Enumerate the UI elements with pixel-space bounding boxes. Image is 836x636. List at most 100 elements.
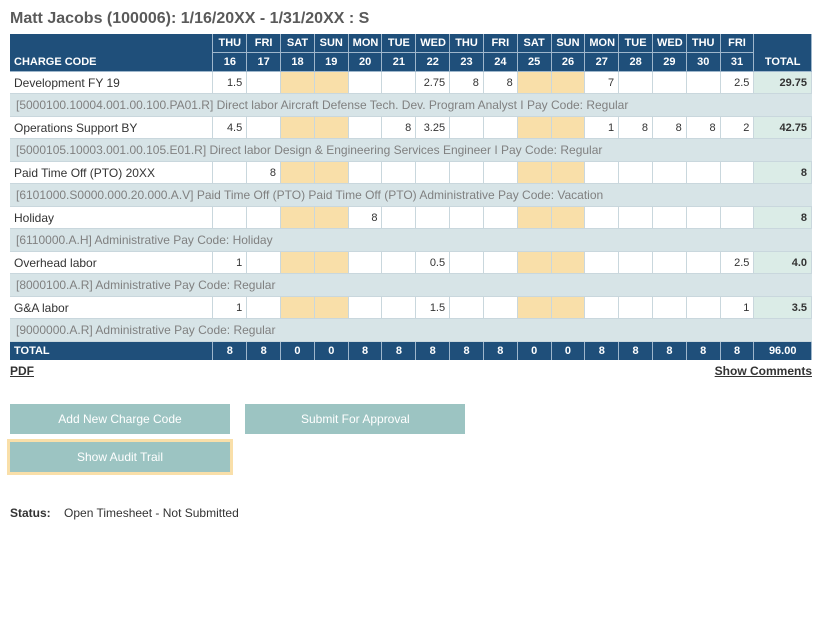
hours-cell[interactable] bbox=[686, 72, 720, 94]
hours-cell[interactable]: 8 bbox=[652, 117, 686, 139]
hours-cell[interactable] bbox=[517, 297, 551, 319]
hours-cell[interactable] bbox=[585, 162, 619, 184]
hours-cell[interactable]: 0.5 bbox=[416, 252, 450, 274]
hours-cell[interactable] bbox=[619, 297, 653, 319]
hours-cell[interactable] bbox=[517, 252, 551, 274]
hours-cell[interactable] bbox=[314, 297, 348, 319]
hours-cell[interactable] bbox=[382, 72, 416, 94]
hours-cell[interactable] bbox=[314, 252, 348, 274]
hours-cell[interactable] bbox=[686, 162, 720, 184]
hours-cell[interactable] bbox=[416, 207, 450, 229]
hours-cell[interactable] bbox=[450, 252, 484, 274]
hours-cell[interactable] bbox=[314, 207, 348, 229]
hours-cell[interactable]: 3.25 bbox=[416, 117, 450, 139]
hours-cell[interactable] bbox=[551, 117, 585, 139]
hours-cell[interactable]: 4.5 bbox=[213, 117, 247, 139]
hours-cell[interactable] bbox=[247, 207, 281, 229]
hours-cell[interactable]: 1.5 bbox=[213, 72, 247, 94]
hours-cell[interactable] bbox=[619, 252, 653, 274]
hours-cell[interactable] bbox=[585, 252, 619, 274]
hours-cell[interactable]: 1 bbox=[720, 297, 754, 319]
hours-cell[interactable] bbox=[213, 207, 247, 229]
hours-cell[interactable] bbox=[348, 117, 382, 139]
hours-cell[interactable] bbox=[281, 297, 315, 319]
hours-cell[interactable] bbox=[281, 117, 315, 139]
hours-cell[interactable] bbox=[686, 297, 720, 319]
add-charge-code-button[interactable]: Add New Charge Code bbox=[10, 404, 230, 434]
hours-cell[interactable]: 2 bbox=[720, 117, 754, 139]
hours-cell[interactable] bbox=[483, 252, 517, 274]
hours-cell[interactable]: 1 bbox=[585, 117, 619, 139]
hours-cell[interactable] bbox=[551, 252, 585, 274]
hours-cell[interactable] bbox=[652, 162, 686, 184]
hours-cell[interactable] bbox=[686, 252, 720, 274]
hours-cell[interactable] bbox=[281, 72, 315, 94]
hours-cell[interactable] bbox=[247, 252, 281, 274]
hours-cell[interactable] bbox=[686, 207, 720, 229]
hours-cell[interactable] bbox=[382, 162, 416, 184]
hours-cell[interactable] bbox=[450, 162, 484, 184]
hours-cell[interactable] bbox=[720, 162, 754, 184]
hours-cell[interactable] bbox=[483, 117, 517, 139]
hours-cell[interactable]: 8 bbox=[686, 117, 720, 139]
hours-cell[interactable]: 8 bbox=[450, 72, 484, 94]
hours-cell[interactable]: 8 bbox=[619, 117, 653, 139]
hours-cell[interactable]: 8 bbox=[382, 117, 416, 139]
pdf-link[interactable]: PDF bbox=[10, 364, 34, 378]
hours-cell[interactable] bbox=[382, 297, 416, 319]
hours-cell[interactable] bbox=[551, 72, 585, 94]
hours-cell[interactable]: 2.5 bbox=[720, 252, 754, 274]
hours-cell[interactable] bbox=[348, 72, 382, 94]
hours-cell[interactable] bbox=[517, 72, 551, 94]
hours-cell[interactable] bbox=[551, 162, 585, 184]
hours-cell[interactable] bbox=[314, 117, 348, 139]
hours-cell[interactable] bbox=[585, 207, 619, 229]
hours-cell[interactable] bbox=[314, 162, 348, 184]
hours-cell[interactable]: 2.5 bbox=[720, 72, 754, 94]
hours-cell[interactable]: 8 bbox=[348, 207, 382, 229]
hours-cell[interactable] bbox=[416, 162, 450, 184]
hours-cell[interactable] bbox=[619, 72, 653, 94]
hours-cell[interactable] bbox=[348, 297, 382, 319]
hours-cell[interactable] bbox=[652, 297, 686, 319]
hours-cell[interactable] bbox=[585, 297, 619, 319]
hours-cell[interactable] bbox=[247, 117, 281, 139]
hours-cell[interactable]: 1 bbox=[213, 297, 247, 319]
hours-cell[interactable] bbox=[314, 72, 348, 94]
hours-cell[interactable]: 2.75 bbox=[416, 72, 450, 94]
hours-cell[interactable] bbox=[450, 297, 484, 319]
hours-cell[interactable] bbox=[348, 252, 382, 274]
show-audit-trail-button[interactable]: Show Audit Trail bbox=[10, 442, 230, 472]
hours-cell[interactable] bbox=[652, 252, 686, 274]
hours-cell[interactable] bbox=[652, 207, 686, 229]
hours-cell[interactable] bbox=[551, 297, 585, 319]
hours-cell[interactable]: 7 bbox=[585, 72, 619, 94]
hours-cell[interactable] bbox=[517, 207, 551, 229]
hours-cell[interactable] bbox=[247, 297, 281, 319]
hours-cell[interactable] bbox=[483, 207, 517, 229]
submit-for-approval-button[interactable]: Submit For Approval bbox=[245, 404, 465, 434]
hours-cell[interactable] bbox=[619, 162, 653, 184]
hours-cell[interactable] bbox=[483, 297, 517, 319]
hours-cell[interactable] bbox=[348, 162, 382, 184]
hours-cell[interactable] bbox=[213, 162, 247, 184]
hours-cell[interactable] bbox=[551, 207, 585, 229]
hours-cell[interactable] bbox=[517, 117, 551, 139]
hours-cell[interactable]: 8 bbox=[483, 72, 517, 94]
hours-cell[interactable] bbox=[382, 207, 416, 229]
hours-cell[interactable] bbox=[652, 72, 686, 94]
hours-cell[interactable] bbox=[281, 162, 315, 184]
hours-cell[interactable] bbox=[517, 162, 551, 184]
hours-cell[interactable] bbox=[281, 252, 315, 274]
hours-cell[interactable]: 8 bbox=[247, 162, 281, 184]
hours-cell[interactable] bbox=[450, 117, 484, 139]
hours-cell[interactable] bbox=[450, 207, 484, 229]
hours-cell[interactable]: 1 bbox=[213, 252, 247, 274]
hours-cell[interactable] bbox=[382, 252, 416, 274]
hours-cell[interactable] bbox=[619, 207, 653, 229]
hours-cell[interactable] bbox=[720, 207, 754, 229]
hours-cell[interactable]: 1.5 bbox=[416, 297, 450, 319]
hours-cell[interactable] bbox=[483, 162, 517, 184]
hours-cell[interactable] bbox=[281, 207, 315, 229]
show-comments-link[interactable]: Show Comments bbox=[715, 364, 812, 378]
